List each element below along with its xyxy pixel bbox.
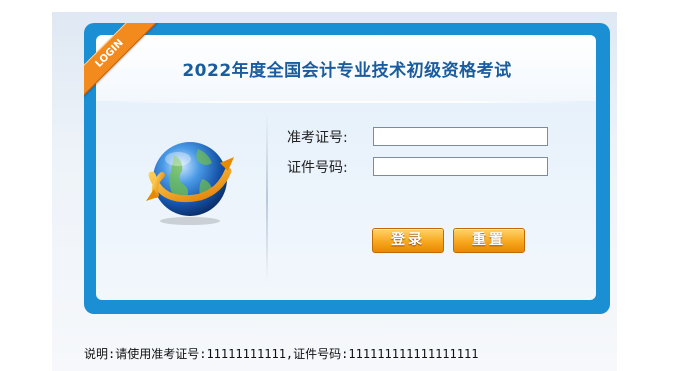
header-divider: [110, 101, 584, 103]
login-panel: LOGIN 2022年度全国会计专业技术初级资格考试 准考证号: 证件号码: 登…: [84, 23, 610, 314]
reset-button[interactable]: 重置: [453, 228, 525, 253]
admission-number-input[interactable]: [373, 127, 548, 146]
admission-number-label: 准考证号:: [287, 130, 348, 146]
globe-arrow-icon: [146, 142, 234, 225]
id-number-input[interactable]: [373, 157, 548, 176]
instruction-note: 说明:请使用准考证号:11111111111,证件号码:111111111111…: [84, 347, 479, 361]
vertical-divider: [266, 113, 268, 283]
login-button[interactable]: 登录: [372, 228, 444, 253]
page-title: 2022年度全国会计专业技术初级资格考试: [182, 61, 512, 81]
id-number-label: 证件号码:: [287, 160, 348, 176]
